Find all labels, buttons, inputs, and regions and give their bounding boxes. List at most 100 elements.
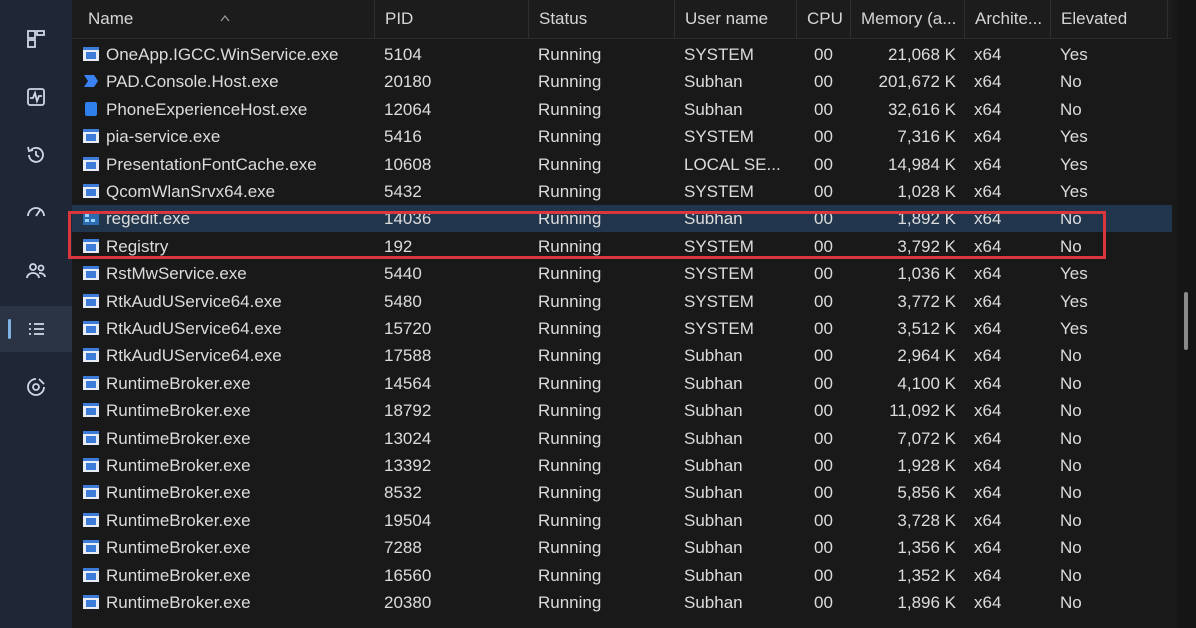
table-row[interactable]: QcomWlanSrvx64.exe 5432 Running SYSTEM 00 1,0… (72, 178, 1172, 205)
nav-services[interactable] (0, 364, 72, 410)
users-icon (26, 263, 46, 279)
cell-cpu: 00 (814, 401, 833, 421)
cell-memory: 3,512 K (897, 319, 956, 338)
cell-status: Running (538, 456, 602, 475)
nav-users[interactable] (0, 248, 72, 294)
column-header-cpu[interactable]: CPU (796, 0, 850, 38)
table-row[interactable]: RuntimeBroker.exe 7288 Running Subhan 00 1,35… (72, 534, 1172, 561)
cell-name: RtkAudUService64.exe (106, 291, 282, 311)
nav-app-history[interactable] (0, 132, 72, 178)
column-header-status[interactable]: Status (528, 0, 674, 38)
cell-cpu: 00 (814, 510, 833, 530)
cell-pid: 5432 (384, 182, 422, 201)
cell-name: RuntimeBroker.exe (106, 565, 251, 585)
cell-memory: 201,672 K (878, 72, 956, 92)
cell-status: Running (538, 346, 602, 366)
cell-user: Subhan (684, 510, 743, 530)
cell-arch: x64 (974, 538, 1002, 558)
table-row[interactable]: OneApp.IGCC.WinService.exe 5104 Running SYS… (72, 41, 1172, 68)
cell-memory: 1,036 K (897, 264, 956, 284)
nav-performance[interactable] (0, 74, 72, 120)
table-row[interactable]: PhoneExperienceHost.exe 12064 Running Subha… (72, 96, 1172, 123)
cell-user: Subhan (684, 401, 743, 421)
cell-arch: x64 (974, 127, 1002, 147)
cell-name: regedit.exe (106, 209, 191, 229)
column-header-architecture[interactable]: Archite... (964, 0, 1050, 38)
cell-memory: 32,616 K (887, 99, 956, 119)
table-row[interactable]: RuntimeBroker.exe 16560 Running Subhan 00 1,3… (72, 562, 1172, 589)
cell-memory: 1,928 K (897, 456, 956, 475)
cell-memory: 7,072 K (897, 428, 956, 448)
table-row[interactable]: RuntimeBroker.exe 8532 Running Subhan 00 5,85… (72, 479, 1172, 506)
cell-user: SYSTEM (684, 264, 754, 284)
cell-pid: 12064 (384, 99, 432, 119)
cell-user: Subhan (684, 346, 743, 366)
cell-status: Running (538, 154, 602, 174)
app-window-icon (83, 47, 99, 61)
table-row[interactable]: Registry 192 Running SYSTEM 00 3,792 K x64 No (72, 233, 1172, 260)
table-row[interactable]: RuntimeBroker.exe 20380 Running Subhan 00 1,8… (72, 589, 1172, 616)
cell-arch: x64 (974, 346, 1002, 366)
cell-elevated: Yes (1060, 319, 1088, 338)
table-row[interactable]: RuntimeBroker.exe 13024 Running Subhan 00 7,0… (72, 425, 1172, 452)
table-row[interactable]: RtkAudUService64.exe 15720 Running SYSTEM 00… (72, 315, 1172, 342)
cell-status: Running (538, 428, 602, 448)
cell-memory: 7,316 K (897, 127, 956, 147)
services-icon (27, 378, 45, 396)
cell-pid: 17588 (384, 346, 432, 366)
column-header-pid[interactable]: PID (374, 0, 528, 38)
cell-memory: 4,100 K (897, 373, 956, 393)
column-header-elevated[interactable]: Elevated (1050, 0, 1168, 38)
table-row-selected[interactable]: regedit.exe 14036 Running Subhan 00 1,892 K x6… (72, 205, 1172, 233)
table-row[interactable]: RuntimeBroker.exe 19504 Running Subhan 00 3,7… (72, 507, 1172, 534)
cell-name: RtkAudUService64.exe (106, 319, 282, 338)
cell-pid: 5104 (384, 45, 422, 64)
nav-startup-apps[interactable] (0, 190, 72, 236)
cell-pid: 18792 (384, 401, 432, 421)
cell-user: SYSTEM (684, 319, 754, 338)
nav-processes[interactable] (0, 16, 72, 62)
nav-details[interactable] (0, 306, 72, 352)
cell-status: Running (538, 319, 602, 338)
table-row[interactable]: RtkAudUService64.exe 5480 Running SYSTEM 00 3… (72, 288, 1172, 315)
cell-arch: x64 (974, 319, 1002, 338)
cell-user: SYSTEM (684, 45, 754, 64)
cell-user: Subhan (684, 593, 743, 612)
cell-user: SYSTEM (684, 182, 754, 201)
cell-name: QcomWlanSrvx64.exe (106, 182, 276, 201)
table-row[interactable]: PAD.Console.Host.exe 20180 Running Subhan 00… (72, 68, 1172, 95)
cell-cpu: 00 (814, 483, 833, 503)
cell-arch: x64 (974, 428, 1002, 448)
column-header-memory[interactable]: Memory (a... (850, 0, 964, 38)
cell-pid: 5480 (384, 291, 422, 311)
table-row[interactable]: RstMwService.exe 5440 Running SYSTEM 00 1,036… (72, 260, 1172, 287)
cell-memory: 1,896 K (897, 593, 956, 612)
column-header-user-name[interactable]: User name (674, 0, 796, 38)
details-icon (29, 323, 44, 335)
cell-memory: 1,028 K (897, 182, 956, 201)
cell-cpu: 00 (814, 593, 833, 612)
table-row[interactable]: pia-service.exe 5416 Running SYSTEM 00 7,316 … (72, 123, 1172, 150)
cell-pid: 16560 (384, 565, 432, 585)
cell-name: RuntimeBroker.exe (106, 483, 251, 503)
cell-arch: x64 (974, 401, 1002, 421)
cell-status: Running (538, 483, 602, 503)
app-window-icon (83, 293, 99, 308)
cell-pid: 10608 (384, 154, 432, 174)
registry-editor-icon (83, 211, 99, 226)
scrollbar-thumb[interactable] (1184, 292, 1188, 350)
vertical-scrollbar[interactable] (1178, 0, 1196, 628)
cell-user: Subhan (684, 538, 743, 558)
cell-name: PhoneExperienceHost.exe (106, 99, 308, 119)
table-row[interactable]: RuntimeBroker.exe 13392 Running Subhan 00 1,9… (72, 452, 1172, 479)
cell-cpu: 00 (814, 291, 833, 311)
table-row[interactable]: RtkAudUService64.exe 17588 Running Subhan 00… (72, 342, 1172, 369)
table-row[interactable]: RuntimeBroker.exe 18792 Running Subhan 00 11,… (72, 397, 1172, 424)
table-row[interactable]: RuntimeBroker.exe 14564 Running Subhan 00 4,1… (72, 370, 1172, 397)
table-row[interactable]: PresentationFontCache.exe 10608 Running LOC… (72, 151, 1172, 178)
cell-status: Running (538, 373, 602, 393)
cell-elevated: Yes (1060, 154, 1088, 174)
cell-arch: x64 (974, 565, 1002, 585)
cell-memory: 3,792 K (897, 236, 956, 256)
cell-pid: 20380 (384, 593, 432, 612)
